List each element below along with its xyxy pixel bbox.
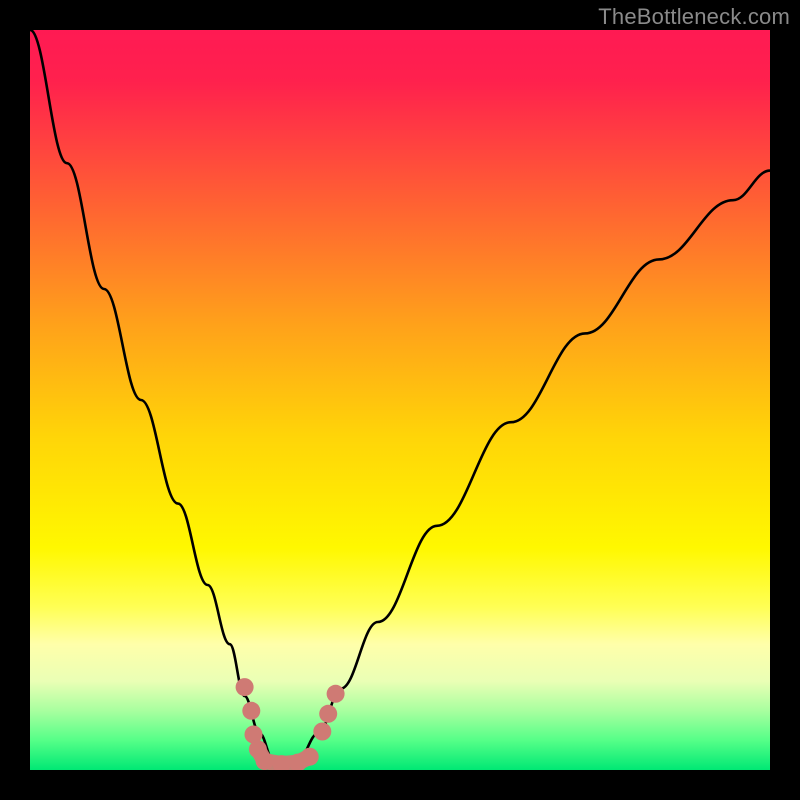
valley-point (236, 678, 254, 696)
plot-area (30, 30, 770, 770)
valley-point (256, 752, 274, 770)
valley-point (319, 705, 337, 723)
bottleneck-curve (30, 30, 770, 763)
valley-point (313, 723, 331, 741)
valley-point (242, 702, 260, 720)
valley-point (327, 685, 345, 703)
chart-frame: TheBottleneck.com (0, 0, 800, 800)
valley-point (301, 748, 319, 766)
watermark-text: TheBottleneck.com (598, 4, 790, 30)
curve-layer (30, 30, 770, 770)
